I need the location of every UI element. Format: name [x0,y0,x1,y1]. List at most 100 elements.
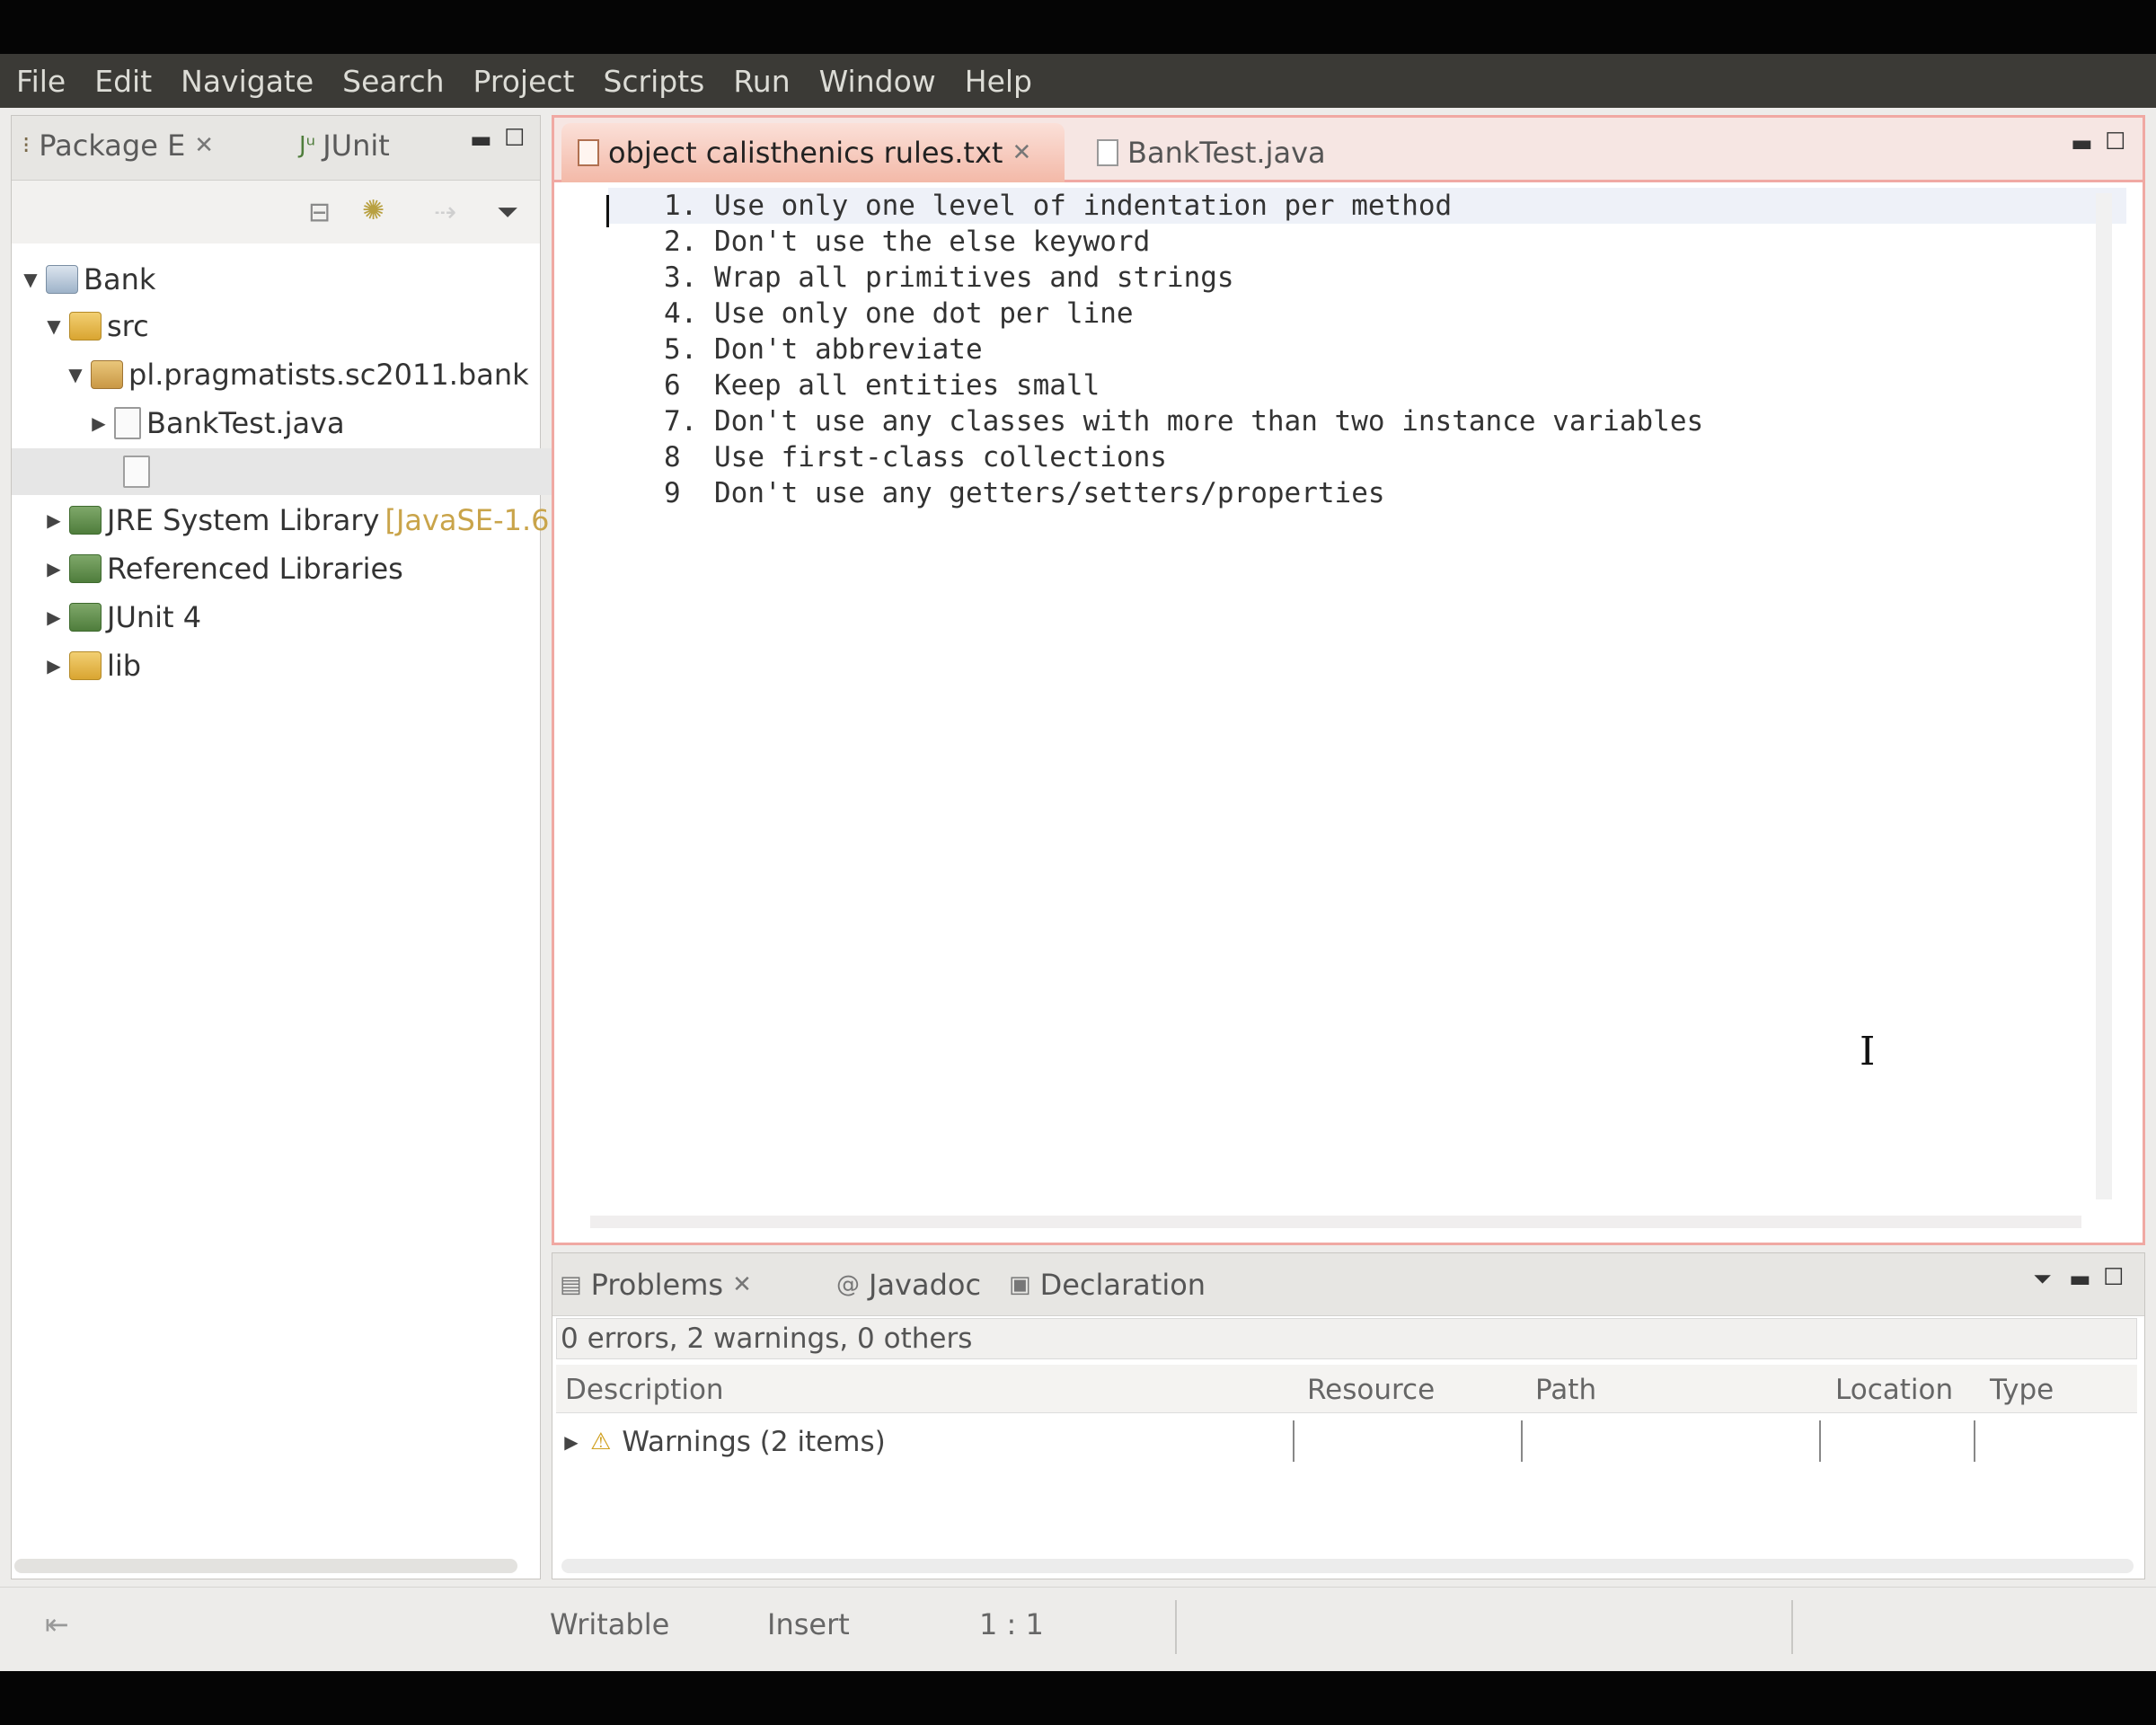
collapse-all-icon[interactable]: ⊟ [308,197,331,228]
code-line: 9 Don't use any getters/setters/properti… [664,477,1385,509]
menu-help[interactable]: Help [965,64,1032,99]
collapsed-arrow-icon[interactable]: ▶ [42,509,66,531]
view-menu-icon[interactable]: ⏷ [497,197,518,228]
text-file-icon [578,139,599,166]
menu-edit[interactable]: Edit [94,64,152,99]
minimize-icon[interactable]: ▬ [2071,130,2093,157]
column-type[interactable]: Type [1990,1374,2054,1406]
expanded-arrow-icon[interactable]: ▼ [64,364,87,385]
tab-problems-label: Problems [590,1268,724,1302]
status-divider [1791,1600,1793,1654]
tree-item-referenced-libraries[interactable]: ▶ Referenced Libraries [12,545,570,592]
tree-item-src[interactable]: ▼ src [12,303,570,349]
menu-search[interactable]: Search [342,64,444,99]
column-divider [1974,1420,1975,1462]
tab-banktest-label: BankTest.java [1127,136,1326,170]
link-editor-icon[interactable]: ✺ [362,195,384,226]
tree-item-bank[interactable]: ▼ Bank [12,256,547,303]
library-icon [69,506,102,535]
tab-declaration[interactable]: ▣ Declaration [1009,1268,1206,1302]
tab-banktest-java[interactable]: BankTest.java [1084,123,1354,182]
collapsed-arrow-icon[interactable]: ▶ [42,606,66,628]
column-resource[interactable]: Resource [1307,1374,1435,1406]
maximize-icon[interactable]: ☐ [2103,1264,2124,1291]
code-line: 1. Use only one level of indentation per… [608,188,2126,224]
tree-item-lib[interactable]: ▶ lib [12,642,570,689]
junit-icon: Jᵘ [299,132,316,159]
tab-package-explorer-label: Package E [39,128,186,163]
close-icon[interactable]: ✕ [194,132,214,159]
minimize-icon[interactable]: ▬ [470,127,492,154]
tree-item-jre[interactable]: ▶ JRE System Library [JavaSE-1.6 [12,497,570,544]
tab-javadoc[interactable]: @ Javadoc [836,1268,981,1302]
problems-table-header: Description Resource Path Location Type [556,1365,2137,1413]
problems-panel: ▤ Problems ✕ @ Javadoc ▣ Declaration ⏷ ▬… [552,1252,2145,1579]
menu-scripts[interactable]: Scripts [603,64,704,99]
fast-view-icon[interactable]: ⇤ [45,1607,69,1641]
menu-run[interactable]: Run [733,64,790,99]
java-file-icon [1097,139,1118,166]
package-explorer-panel: ⁝ Package E ✕ Jᵘ JUnit ▬ ☐ ⊟ ✺ ⇢ ⏷ ▼ Ban… [11,115,648,1579]
tree-item-junit4-label: JUnit 4 [107,600,202,634]
tree-item-banktest[interactable]: ▶ BankTest.java [12,400,615,447]
tree-item-bank-label: Bank [84,262,156,296]
maximize-icon[interactable]: ☐ [2105,128,2125,155]
tab-object-calisthenics-rules[interactable]: object calisthenics rules.txt ✕ [561,123,1065,182]
view-menu-icon[interactable]: ⏷ [2033,1266,2052,1294]
declaration-icon: ▣ [1009,1271,1031,1298]
package-explorer-hscrollbar[interactable] [14,1559,517,1573]
menu-navigate[interactable]: Navigate [181,64,314,99]
code-line: 4. Use only one dot per line [664,297,1134,330]
java-file-icon [114,407,141,439]
column-divider [1819,1420,1821,1462]
problems-summary: 0 errors, 2 warnings, 0 others [556,1318,2137,1359]
menu-project[interactable]: Project [473,64,575,99]
forward-icon[interactable]: ⇢ [434,197,456,228]
status-insert-mode: Insert [767,1607,850,1641]
status-bar: ⇤ Writable Insert 1 : 1 [0,1587,2156,1668]
editor-text-area[interactable]: 1. Use only one level of indentation per… [608,188,2126,1221]
close-icon[interactable]: ✕ [732,1271,752,1298]
tab-object-calisthenics-label: object calisthenics rules.txt [608,136,1003,170]
editor-tabs: object calisthenics rules.txt ✕ BankTest… [554,118,2143,182]
tree-item-lib-label: lib [107,649,142,683]
table-row[interactable]: ▶ ⚠ Warnings (2 items) [556,1417,2137,1467]
problems-hscrollbar[interactable] [561,1559,2134,1573]
close-icon[interactable]: ✕ [1012,139,1031,166]
column-divider [1293,1420,1294,1462]
status-divider [1175,1600,1177,1654]
collapsed-arrow-icon[interactable]: ▶ [560,1431,583,1453]
warnings-group-label: Warnings (2 items) [622,1426,886,1458]
javadoc-icon: @ [836,1271,860,1298]
maximize-icon[interactable]: ☐ [504,125,525,152]
collapsed-arrow-icon[interactable]: ▶ [42,558,66,579]
tab-problems[interactable]: ▤ Problems ✕ [560,1268,752,1302]
status-cursor-position: 1 : 1 [979,1607,1044,1641]
editor-vscrollbar[interactable] [2096,193,2112,1199]
column-description[interactable]: Description [565,1374,724,1406]
menu-window[interactable]: Window [819,64,936,99]
expanded-arrow-icon[interactable]: ▼ [19,269,42,290]
problems-tabs: ▤ Problems ✕ @ Javadoc ▣ Declaration ⏷ ▬… [552,1253,2144,1316]
menu-bar: File Edit Navigate Search Project Script… [0,54,2156,108]
collapsed-arrow-icon[interactable]: ▶ [87,412,110,434]
bottom-letterbox [0,1671,2156,1725]
collapsed-arrow-icon[interactable]: ▶ [42,655,66,677]
expanded-arrow-icon[interactable]: ▼ [42,315,66,337]
tree-item-junit4[interactable]: ▶ JUnit 4 [12,594,570,641]
top-letterbox [0,0,2156,54]
column-location[interactable]: Location [1835,1374,1953,1406]
tab-package-explorer[interactable]: ⁝ Package E ✕ [22,128,214,163]
code-line: 6 Keep all entities small [664,369,1100,402]
column-path[interactable]: Path [1535,1374,1596,1406]
editor-hscrollbar[interactable] [590,1216,2081,1228]
project-icon [46,265,78,294]
tab-declaration-label: Declaration [1039,1268,1206,1302]
minimize-icon[interactable]: ▬ [2069,1266,2091,1293]
menu-file[interactable]: File [16,64,66,99]
tree-item-src-label: src [107,309,149,343]
package-explorer-icon: ⁝ [22,132,31,159]
tree-item-package[interactable]: ▼ pl.pragmatists.sc2011.bank [12,351,592,398]
tab-junit[interactable]: Jᵘ JUnit [299,128,390,163]
code-line: 7. Don't use any classes with more than … [664,405,1704,438]
